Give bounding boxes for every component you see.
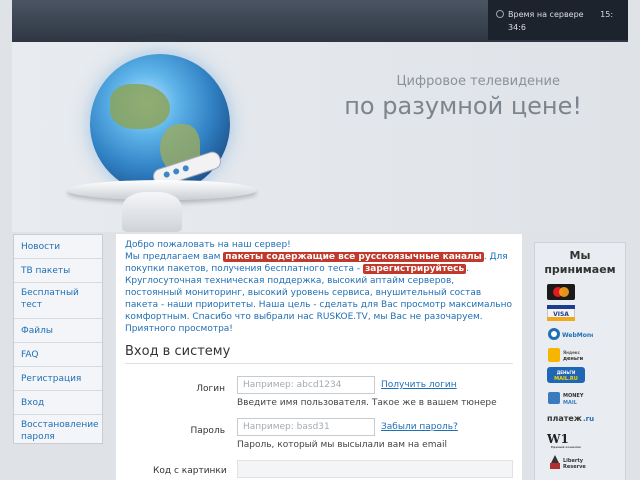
payment-visa: VISA [547, 305, 575, 321]
password-row: Пароль Забыли пароль? Пароль, который мы… [116, 418, 522, 460]
svg-text:ДЕНЬГИ: ДЕНЬГИ [557, 370, 576, 375]
password-label: Пароль [190, 426, 225, 436]
svg-text:Единый кошелёк: Единый кошелёк [551, 445, 581, 449]
server-time-label: Время на сервере [508, 10, 584, 19]
svg-text:Reserve: Reserve [563, 464, 586, 470]
login-title: Вход в систему [125, 344, 231, 359]
svg-text:WebMoney: WebMoney [562, 332, 593, 339]
mailru-money-icon: ДЕНЬГИ MAIL.RU [547, 367, 585, 383]
payment-mailru-money: ДЕНЬГИ MAIL.RU [547, 367, 585, 383]
nav-item-tv-packages[interactable]: ТВ пакеты [14, 259, 102, 283]
left-navigation: Новости ТВ пакеты Бесплатный тест Файлы … [13, 234, 103, 444]
register-highlight-link[interactable]: зарегистрируйтесь [363, 264, 467, 274]
captcha-image [237, 460, 513, 478]
captcha-label: Код с картинки [153, 466, 227, 476]
clock-icon [496, 10, 504, 18]
payment-methods-panel: Мы принимаем VISA WebMoney Яндекс деньги [534, 242, 626, 480]
hand-illustration [122, 192, 182, 232]
password-input[interactable] [237, 418, 375, 436]
nav-item-news[interactable]: Новости [14, 235, 102, 259]
nav-item-free-test[interactable]: Бесплатный тест [14, 283, 102, 319]
payment-webmoney: WebMoney [547, 327, 593, 341]
platezh-icon: платеж .ru [547, 414, 594, 423]
main-content: Добро пожаловать на наш сервер! Мы предл… [116, 234, 522, 480]
payment-mastercard [547, 284, 575, 300]
nav-item-password-recovery[interactable]: Восстановление пароля [14, 415, 102, 449]
login-label: Логин [196, 384, 225, 394]
banner-headline: по разумной цене! [344, 92, 582, 120]
payment-yandex-money: Яндекс деньги [547, 347, 587, 363]
hero-banner: Цифровое телевидение по разумной цене! [12, 42, 628, 232]
payment-liberty-reserve: Liberty Reserve [547, 453, 589, 471]
mastercard-icon [547, 284, 575, 300]
closing-text: Приятного просмотра! [125, 324, 233, 334]
payment-w1: W1 Единый кошелёк [547, 431, 587, 449]
get-login-link[interactable]: Получить логин [381, 380, 457, 390]
svg-text:Яндекс: Яндекс [563, 350, 581, 355]
w1-icon: W1 Единый кошелёк [547, 432, 581, 449]
yandex-money-icon: Яндекс деньги [548, 348, 584, 362]
svg-text:платеж: платеж [547, 414, 582, 423]
nav-item-faq[interactable]: FAQ [14, 343, 102, 367]
banner-tagline: Цифровое телевидение [396, 74, 560, 89]
payment-platezh: платеж .ru [547, 411, 597, 425]
welcome-text: Добро пожаловать на наш сервер! Мы предл… [116, 234, 522, 335]
password-help-text: Пароль, который мы высылали вам на email [237, 440, 448, 450]
svg-text:MAIL.RU: MAIL.RU [554, 376, 578, 382]
webmoney-icon: WebMoney [548, 328, 593, 340]
top-bar: Время на сервере 15: 34:6 [12, 0, 628, 42]
offer-prefix: Мы предлагаем вам [125, 252, 221, 262]
divider [125, 363, 513, 364]
nav-item-registration[interactable]: Регистрация [14, 367, 102, 391]
svg-text:деньги: деньги [563, 356, 584, 362]
svg-text:.ru: .ru [583, 415, 594, 423]
payment-moneymail: MONEY MAIL [547, 389, 593, 407]
login-help-text: Введите имя пользователя. Такое же в ваш… [237, 398, 497, 408]
svg-text:VISA: VISA [553, 311, 569, 318]
nav-item-login[interactable]: Вход [14, 391, 102, 415]
visa-icon: VISA [547, 305, 575, 321]
nav-item-files[interactable]: Файлы [14, 319, 102, 343]
welcome-heading: Добро пожаловать на наш сервер! [125, 240, 291, 250]
login-input[interactable] [237, 376, 375, 394]
payments-title: Мы принимаем [544, 249, 616, 276]
svg-text:MONEY: MONEY [563, 393, 584, 399]
liberty-reserve-icon: Liberty Reserve [550, 455, 586, 470]
svg-text:W1: W1 [547, 432, 569, 446]
moneymail-icon: MONEY MAIL [548, 392, 584, 406]
captcha-row: Код с картинки [116, 460, 522, 480]
packages-highlight-link[interactable]: пакеты содержащие все русскоязычные кана… [223, 252, 484, 262]
login-row: Логин Получить логин Введите имя пользов… [116, 376, 522, 418]
svg-text:MAIL: MAIL [563, 400, 578, 406]
forgot-password-link[interactable]: Забыли пароль? [381, 422, 458, 432]
server-clock: Время на сервере 15: 34:6 [488, 0, 628, 40]
